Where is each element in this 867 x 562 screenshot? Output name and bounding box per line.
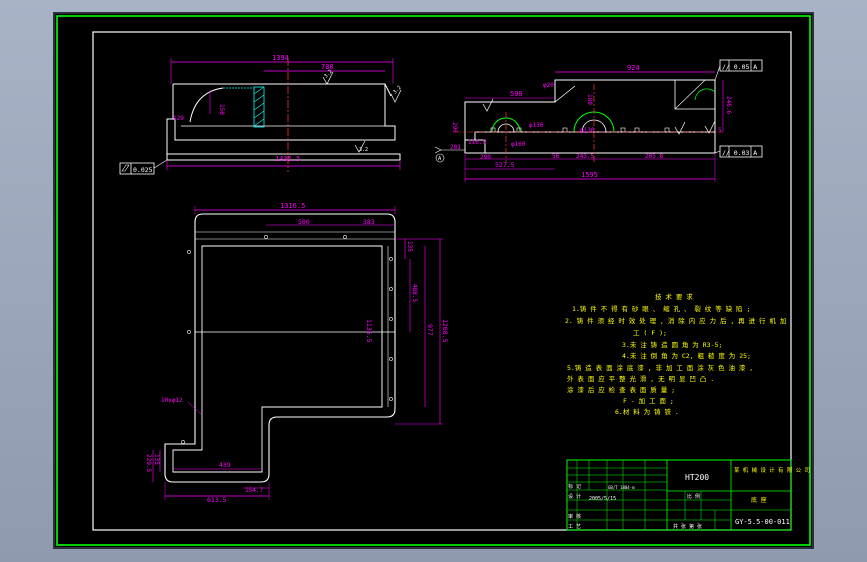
note-line: 5.铸 造 表 面 涂 底 漆 , 非 加 工 面 涂 灰 色 油 漆 , [567,363,753,372]
title-stamp: GB/T 1804-m [608,485,635,490]
dim-5: 5 [718,127,722,134]
dim-290: 290 [480,154,491,161]
inner-border [92,31,792,531]
dim-phi130-a: φ130 [529,122,544,129]
note-line: 工 ( F ); [633,329,667,337]
plan-view: 1316.5 500 383 135 488.5 977 1208.5 1135… [145,202,449,504]
dim-plan-488: 488.5 [411,284,418,302]
drawing-canvas: 1394 788 150 129 1435.5 3.2 3.2 3.2 0.02… [56,15,811,546]
dim-top-width: 924 [627,64,640,72]
hole-note: 10xφ12 [161,397,183,404]
dim-243: 243.5 [576,153,594,160]
note-line: 6.材 料 为 铸 铁 . [615,407,679,416]
cad-viewport[interactable]: 1394 788 150 129 1435.5 3.2 3.2 3.2 0.02… [53,12,814,549]
dim-590: 590 [510,90,523,98]
title-block: 标 记 设 计 审 核 工 艺 GB/T 1804-m 2005/5/15 HT… [566,459,810,531]
dim-left-radius: 150 [218,104,225,115]
note-line: 2. 铸 件 须 经 时 效 处 理 , 消 除 内 应 力 后 , 再 进 行… [565,316,786,325]
outer-border [56,15,811,546]
flatness-tolerance: 0.025 [133,166,153,174]
dim-plan-383: 383 [363,218,375,226]
dim-plan-977: 977 [426,324,434,336]
dim-phi160: φ160 [511,141,526,148]
dim-overall-top: 1394 [272,54,289,62]
dim-296: 296 [451,122,458,133]
dim-205: 205.8 [645,153,663,160]
title-row-label: 设 计 [568,493,581,500]
drawing-number: GY-5.5-00-011 [735,518,790,526]
dim-56: 56 [552,153,560,160]
note-line: 1.铸 件 不 得 有 砂 眼 、 缩 孔 、 裂 纹 等 缺 陷 ; [572,304,750,313]
dim-left-step: 129 [173,115,184,122]
technical-notes: 技 术 要 求 1.铸 件 不 得 有 砂 眼 、 缩 孔 、 裂 纹 等 缺 … [565,292,786,416]
note-line: 外 表 面 应 平 整 光 滑 , 无 明 显 凹 凸 . [567,374,714,383]
datum-label: A [438,156,442,162]
dim-527: 527.5 [495,161,515,169]
dim-plan-1135: 1135.5 [365,319,373,343]
dim-1595: 1595 [581,171,598,179]
dim-phi20: φ20 [543,82,554,89]
note-line: 4.未 注 倒 角 为 C2, 粗 糙 度 为 25; [622,351,751,360]
dim-116: 116.5 [468,139,486,146]
material-label: HT200 [685,473,709,482]
dim-246: 246.6 [725,96,732,114]
roughness-bottom: 3.2 [359,147,368,153]
dim-plan-154: 154.7 [245,487,263,494]
title-row-label: 工 艺 [568,524,581,530]
notes-title: 技 术 要 求 [655,292,693,301]
note-line: 涂 漆 后 应 检 查 表 面 质 量 ; [567,385,675,394]
tolerance-parallel-bottom: // 0.03 A [722,149,757,157]
note-line: 3.未 注 铸 造 圆 角 为 R3-5; [622,340,722,349]
dim-plan-439: 439 [219,461,231,469]
note-line: F - 加 工 面 ; [623,396,674,405]
dim-plan-135-left: 135 [153,454,160,465]
dim-plan-top: 1316.5 [280,202,305,210]
tolerance-parallel-top: // 0.05 A [722,63,757,71]
title-row-label: 审 核 [568,513,581,520]
dim-plan-613: 613.5 [207,496,227,504]
part-name: 底 座 [751,496,767,504]
dim-plan-135-right: 135 [406,241,413,252]
dim-plan-500: 500 [298,218,310,226]
company-name: 某 机 械 设 计 有 限 公 司 [734,466,810,474]
title-row-label: 标 记 [568,483,581,490]
sheet-label: 共 张 第 张 [673,523,702,530]
front-view: 1394 788 150 129 1435.5 3.2 3.2 3.2 0.02… [119,54,403,175]
dim-bottom-overall: 1435.5 [275,155,300,163]
dim-plan-229: 229.5 [145,454,152,472]
dim-plan-1208: 1208.5 [441,319,449,343]
dim-phi130-b: φ130 [580,127,595,134]
roughness-right: 3.2 [392,85,403,96]
scale-label: 比 例 [687,493,700,500]
dim-180: 180 [586,94,593,105]
title-signature: 2005/5/15 [589,496,616,502]
side-view: 924 590 φ20 180 246.6 296 116.5 φ130 φ13… [434,59,763,182]
